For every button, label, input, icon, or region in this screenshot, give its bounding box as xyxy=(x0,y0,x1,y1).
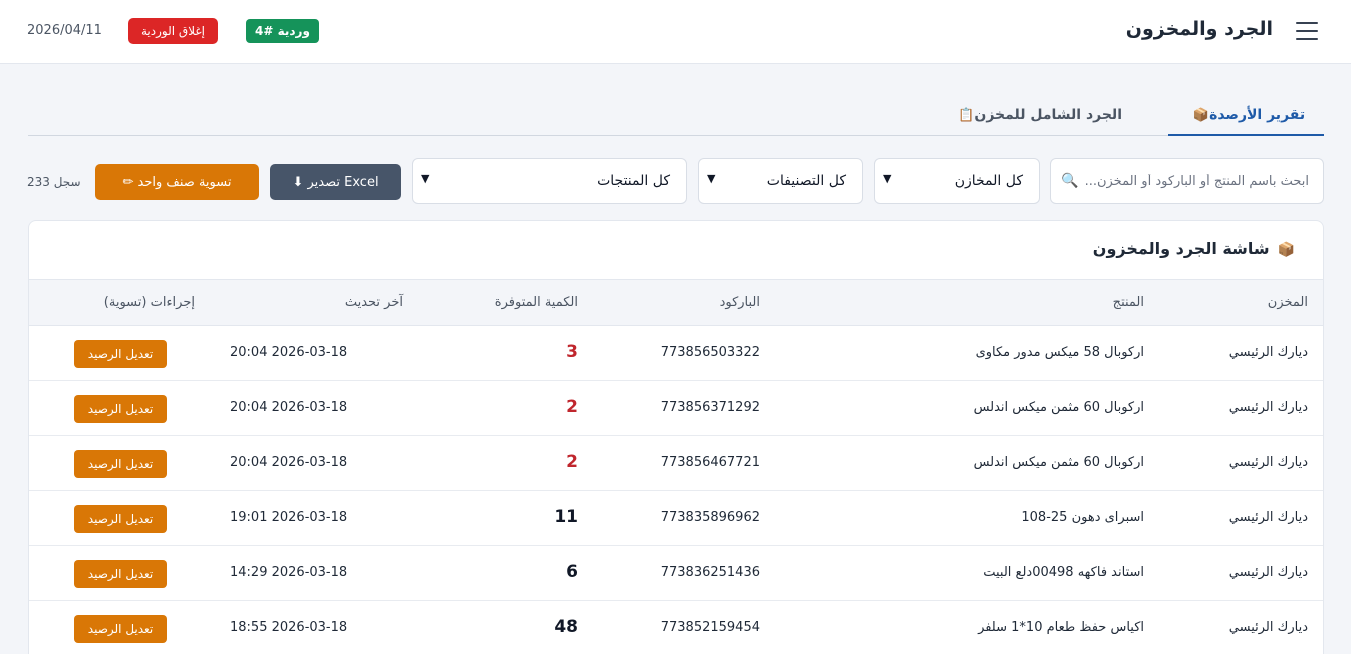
warehouse-select-value: كل المخازن xyxy=(954,173,1023,189)
cell-warehouse: ديارك الرئيسي xyxy=(1228,620,1308,635)
edit-balance-button[interactable]: تعديل الرصيد xyxy=(74,340,167,368)
current-date: 2026/04/11 xyxy=(27,23,102,38)
cell-barcode: 773856371292 xyxy=(660,400,760,415)
hamburger-menu-icon[interactable] xyxy=(1296,22,1318,42)
edit-balance-button[interactable]: تعديل الرصيد xyxy=(74,505,167,533)
adjust-label: تسوية صنف واحد xyxy=(137,174,232,190)
column-header-warehouse: المخزن xyxy=(1267,295,1308,310)
table-row: ديارك الرئيسي اركوبال 58 ميكس مدور مكاوى 7… xyxy=(29,326,1323,381)
search-icon: 🔍 xyxy=(1061,173,1079,189)
column-header-quantity: الكمية المتوفرة xyxy=(494,295,578,310)
chevron-down-icon: ▼ xyxy=(883,172,892,185)
cell-last-update: 2026-03-18 20:04 xyxy=(230,400,348,415)
download-icon: ⬇ xyxy=(292,174,308,190)
cell-barcode: 773836251436 xyxy=(660,565,760,580)
tab-balance-report[interactable]: 📦تقرير الأرصدة xyxy=(1168,96,1324,136)
cell-product: اكياس حفظ طعام 10*1 سلفر xyxy=(978,620,1144,635)
cell-warehouse: ديارك الرئيسي xyxy=(1228,510,1308,525)
cell-quantity: 2 xyxy=(566,397,578,417)
tab-label: الجرد الشامل للمخزن xyxy=(974,107,1122,123)
cell-barcode: 773852159454 xyxy=(660,620,760,635)
card-title: 📦 شاشة الجرد والمخزون xyxy=(1093,239,1295,258)
table-row: ديارك الرئيسي اركوبال 60 مثمن ميكس اندلس 7… xyxy=(29,436,1323,491)
shift-badge: وردية #4 xyxy=(246,19,319,43)
top-bar: الجرد والمخزون وردية #4 إغلاق الوردية 20… xyxy=(0,0,1351,64)
edit-balance-button[interactable]: تعديل الرصيد xyxy=(74,560,167,588)
chevron-down-icon: ▼ xyxy=(421,172,430,185)
column-header-barcode: الباركود xyxy=(719,295,760,310)
edit-balance-button[interactable]: تعديل الرصيد xyxy=(74,615,167,643)
category-select-value: كل التصنيفات xyxy=(766,173,846,189)
cell-last-update: 2026-03-18 14:29 xyxy=(230,565,348,580)
table-row: ديارك الرئيسي اكياس حفظ طعام 10*1 سلفر 773… xyxy=(29,601,1323,654)
cell-warehouse: ديارك الرئيسي xyxy=(1228,565,1308,580)
edit-balance-button[interactable]: تعديل الرصيد xyxy=(74,450,167,478)
page-title: الجرد والمخزون xyxy=(1125,18,1273,40)
column-header-last-update: آخر تحديث xyxy=(344,295,403,310)
cell-last-update: 2026-03-18 18:55 xyxy=(230,620,348,635)
cell-barcode: 773856467721 xyxy=(660,455,760,470)
cell-barcode: 773856503322 xyxy=(660,345,760,360)
close-shift-button[interactable]: إغلاق الوردية xyxy=(128,18,218,44)
tab-bar: 📦تقرير الأرصدة 📋الجرد الشامل للمخزن xyxy=(28,96,1324,136)
cell-product: اسبراى دهون 25-108 xyxy=(1021,510,1144,525)
record-count: 233 سجل xyxy=(27,175,81,189)
column-header-product: المنتج xyxy=(1112,295,1144,310)
clipboard-icon: 📋 xyxy=(958,108,975,123)
cell-quantity: 3 xyxy=(566,342,578,362)
column-header-actions: إجراءات (تسوية) xyxy=(103,295,195,310)
box-icon: 📦 xyxy=(1192,108,1210,123)
warehouse-select[interactable]: كل المخازن ▼ xyxy=(874,158,1040,204)
cell-warehouse: ديارك الرئيسي xyxy=(1228,400,1308,415)
inventory-card: 📦 شاشة الجرد والمخزون المخزن المنتج البار… xyxy=(28,220,1324,654)
cell-last-update: 2026-03-18 20:04 xyxy=(230,345,348,360)
card-title-text: شاشة الجرد والمخزون xyxy=(1092,239,1270,258)
cell-product: اركوبال 60 مثمن ميكس اندلس xyxy=(973,455,1144,470)
export-excel-button[interactable]: ⬇ تصدير Excel xyxy=(270,164,401,200)
table-row: ديارك الرئيسي اركوبال 60 مثمن ميكس اندلس 7… xyxy=(29,381,1323,436)
cell-quantity: 48 xyxy=(554,617,578,637)
pencil-icon: ✏ xyxy=(122,174,138,190)
cell-last-update: 2026-03-18 20:04 xyxy=(230,455,348,470)
cell-product: استاند فاكهه 00498دلع البيت xyxy=(983,565,1144,580)
export-label: تصدير Excel xyxy=(307,174,379,190)
chevron-down-icon: ▼ xyxy=(707,172,716,185)
search-input[interactable] xyxy=(1085,159,1323,203)
edit-balance-button[interactable]: تعديل الرصيد xyxy=(74,395,167,423)
cell-quantity: 2 xyxy=(566,452,578,472)
cell-product: اركوبال 60 مثمن ميكس اندلس xyxy=(973,400,1144,415)
box-icon: 📦 xyxy=(1277,242,1295,258)
table-header: المخزن المنتج الباركود الكمية المتوفرة آ… xyxy=(29,279,1323,326)
product-select[interactable]: كل المنتجات ▼ xyxy=(412,158,687,204)
product-select-value: كل المنتجات xyxy=(597,173,670,189)
table-row: ديارك الرئيسي اسبراى دهون 25-108 773835896… xyxy=(29,491,1323,546)
cell-barcode: 773835896962 xyxy=(660,510,760,525)
cell-quantity: 6 xyxy=(566,562,578,582)
cell-warehouse: ديارك الرئيسي xyxy=(1228,345,1308,360)
cell-last-update: 2026-03-18 19:01 xyxy=(230,510,348,525)
cell-quantity: 11 xyxy=(554,507,578,527)
tab-full-inventory[interactable]: 📋الجرد الشامل للمخزن xyxy=(952,96,1122,136)
adjust-single-item-button[interactable]: ✏ تسوية صنف واحد xyxy=(95,164,259,200)
cell-product: اركوبال 58 ميكس مدور مكاوى xyxy=(975,345,1144,360)
search-field[interactable]: 🔍 xyxy=(1050,158,1324,204)
tab-label: تقرير الأرصدة xyxy=(1209,107,1306,123)
cell-warehouse: ديارك الرئيسي xyxy=(1228,455,1308,470)
category-select[interactable]: كل التصنيفات ▼ xyxy=(698,158,863,204)
table-row: ديارك الرئيسي استاند فاكهه 00498دلع البيت… xyxy=(29,546,1323,601)
